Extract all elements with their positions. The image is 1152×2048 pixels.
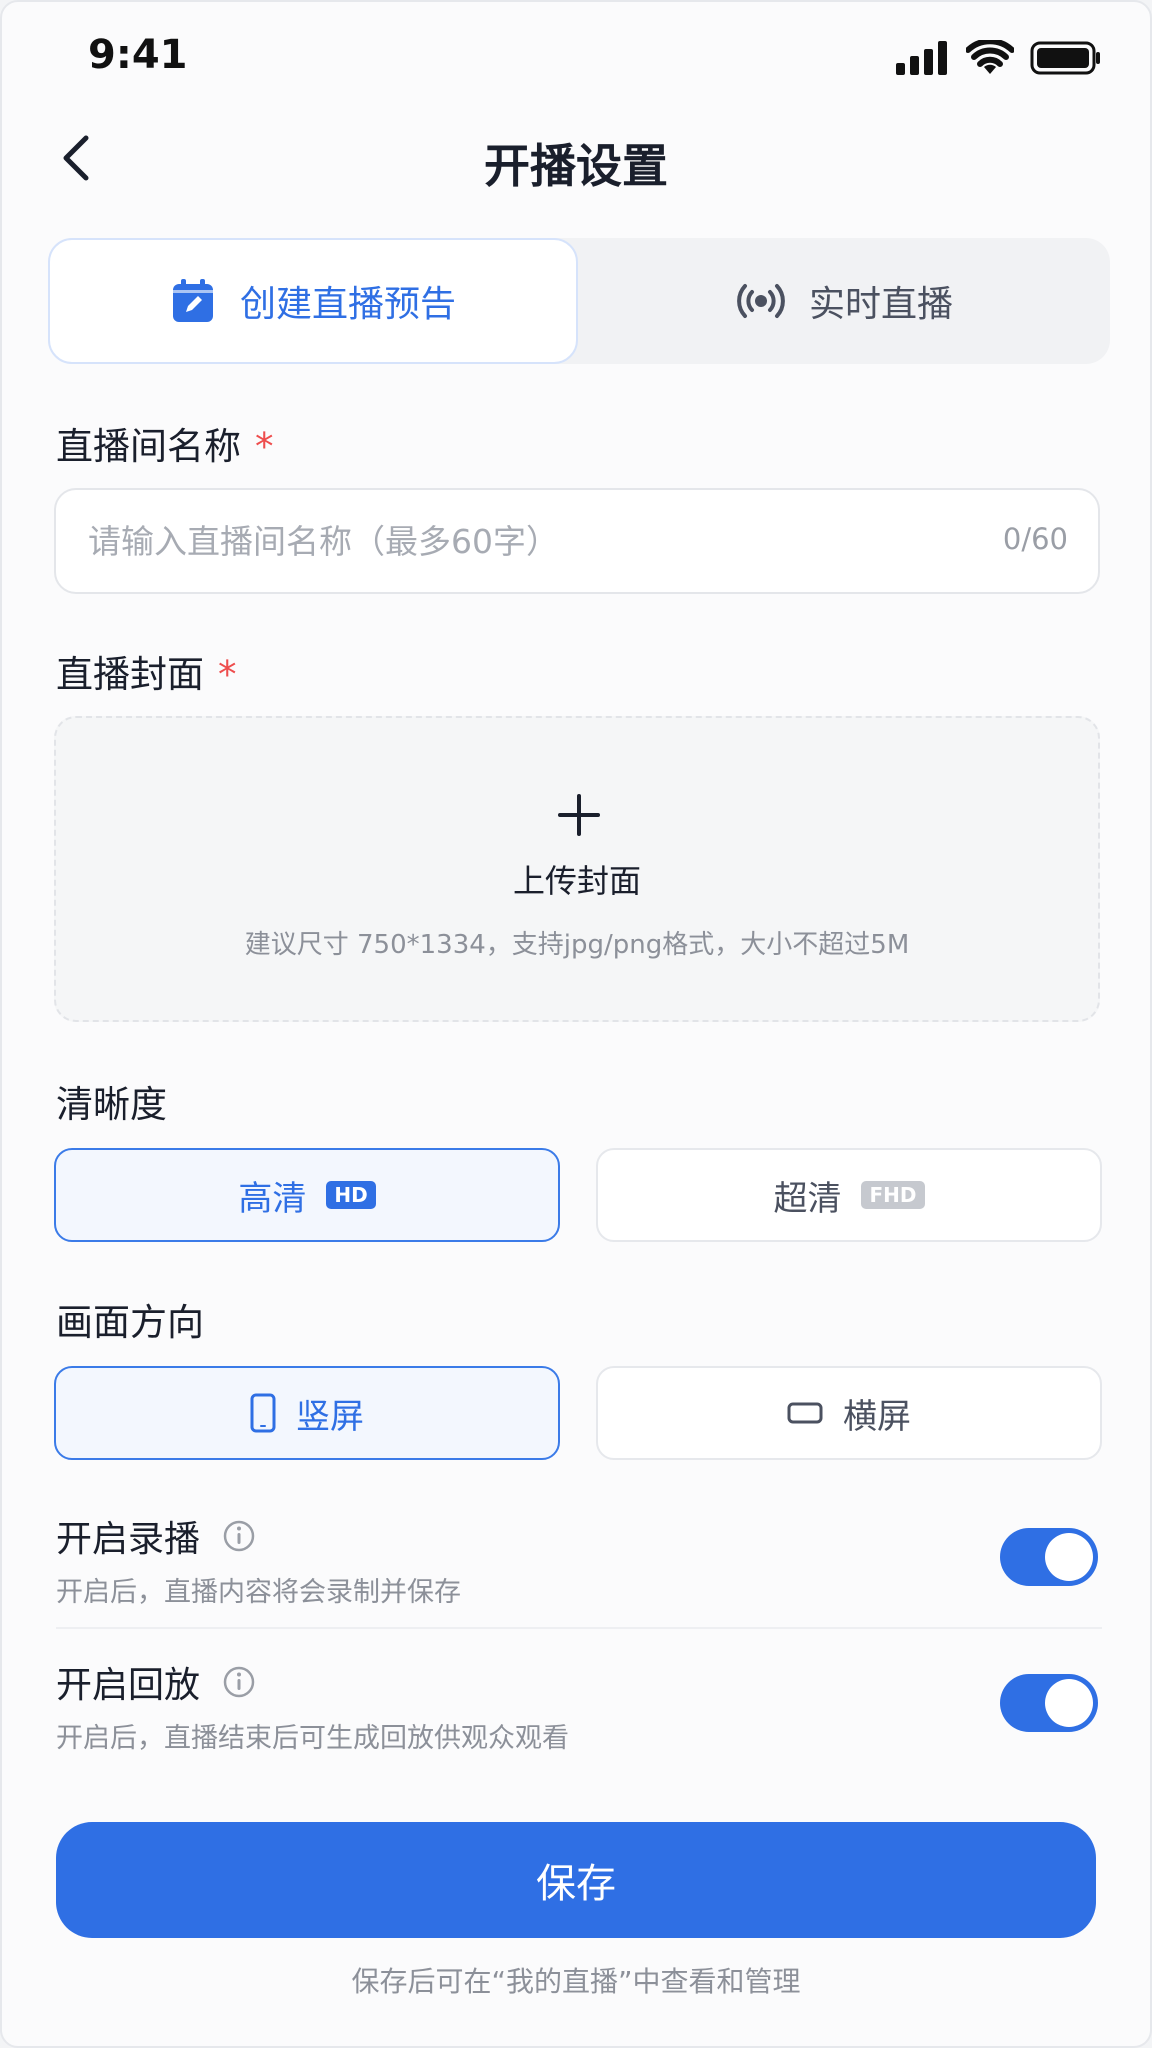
cover-label: 直播封面 * (56, 644, 237, 698)
orientation-option-label: 竖屏 (296, 1396, 364, 1437)
upload-hint: 建议尺寸 750*1334，支持jpg/png格式，大小不超过5M (244, 930, 910, 960)
tab-create-preview[interactable]: 创建直播预告 (48, 238, 578, 364)
orientation-option-label: 横屏 (843, 1396, 911, 1437)
tab-live-now-label: 实时直播 (808, 284, 953, 325)
portrait-icon (250, 1393, 276, 1433)
quality-option-fhd[interactable]: 超清 FHD (596, 1148, 1102, 1242)
tab-create-preview-label: 创建直播预告 (239, 284, 456, 325)
orientation-option-portrait[interactable]: 竖屏 (54, 1366, 560, 1460)
divider (56, 1627, 1102, 1629)
cover-label-text: 直播封面 (56, 653, 204, 696)
recording-toggle[interactable] (1000, 1528, 1098, 1586)
upload-cover-label: 上传封面 (512, 862, 641, 900)
battery-icon (1030, 41, 1100, 75)
status-icons (896, 40, 1102, 76)
fhd-badge: FHD (861, 1181, 925, 1209)
info-icon[interactable] (222, 1519, 256, 1553)
tab-live-now[interactable]: 实时直播 (580, 238, 1110, 364)
room-name-label-text: 直播间名称 (56, 425, 241, 468)
cover-upload-area[interactable]: 上传封面 建议尺寸 750*1334，支持jpg/png格式，大小不超过5M (54, 716, 1100, 1022)
signal-icon (896, 41, 947, 75)
required-mark: * (255, 425, 274, 468)
plus-icon (558, 794, 600, 836)
char-counter: 0/60 (1002, 522, 1068, 556)
room-name-input[interactable] (88, 490, 988, 592)
recording-setting-title: 开启录播 (56, 1510, 256, 1562)
status-bar: 9:41 (2, 2, 1150, 112)
footer-note: 保存后可在“我的直播”中查看和管理 (351, 1965, 801, 1998)
quality-label: 清晰度 (56, 1083, 167, 1126)
phone-screen: 9:41 开播设置 创建直播预告 实时直播 直播间名称 * 请输入直播间名称（最… (0, 0, 1152, 2048)
wifi-icon (966, 40, 1014, 74)
toggle-knob (1045, 1679, 1093, 1727)
save-button[interactable]: 保存 (56, 1822, 1096, 1938)
orientation-label: 画面方向 (56, 1301, 204, 1344)
playback-setting-title: 开启回放 (56, 1656, 256, 1708)
nav-bar: 开播设置 (2, 112, 1150, 202)
orientation-option-landscape[interactable]: 横屏 (596, 1366, 1102, 1460)
toggle-knob (1045, 1533, 1093, 1581)
page-title: 开播设置 (484, 139, 668, 193)
room-name-label: 直播间名称 * (56, 416, 274, 470)
status-time: 9:41 (88, 32, 188, 78)
room-name-field: 0/60 (54, 488, 1100, 594)
recording-desc: 开启后，直播内容将会录制并保存 (56, 1577, 461, 1608)
quality-option-label: 高清 (238, 1178, 307, 1219)
hd-badge: HD (326, 1181, 376, 1209)
required-mark: * (218, 653, 237, 696)
playback-toggle[interactable] (1000, 1674, 1098, 1732)
mode-tabs: 创建直播预告 实时直播 (48, 238, 1110, 364)
calendar-edit-icon (172, 279, 213, 322)
info-icon[interactable] (222, 1665, 256, 1699)
landscape-icon (787, 1402, 823, 1424)
broadcast-icon (737, 284, 785, 318)
quality-option-label: 超清 (773, 1178, 842, 1219)
recording-title: 开启录播 (56, 1519, 201, 1560)
quality-option-hd[interactable]: 高清 HD (54, 1148, 560, 1242)
playback-title: 开启回放 (56, 1665, 201, 1706)
playback-desc: 开启后，直播结束后可生成回放供观众观看 (56, 1723, 569, 1754)
